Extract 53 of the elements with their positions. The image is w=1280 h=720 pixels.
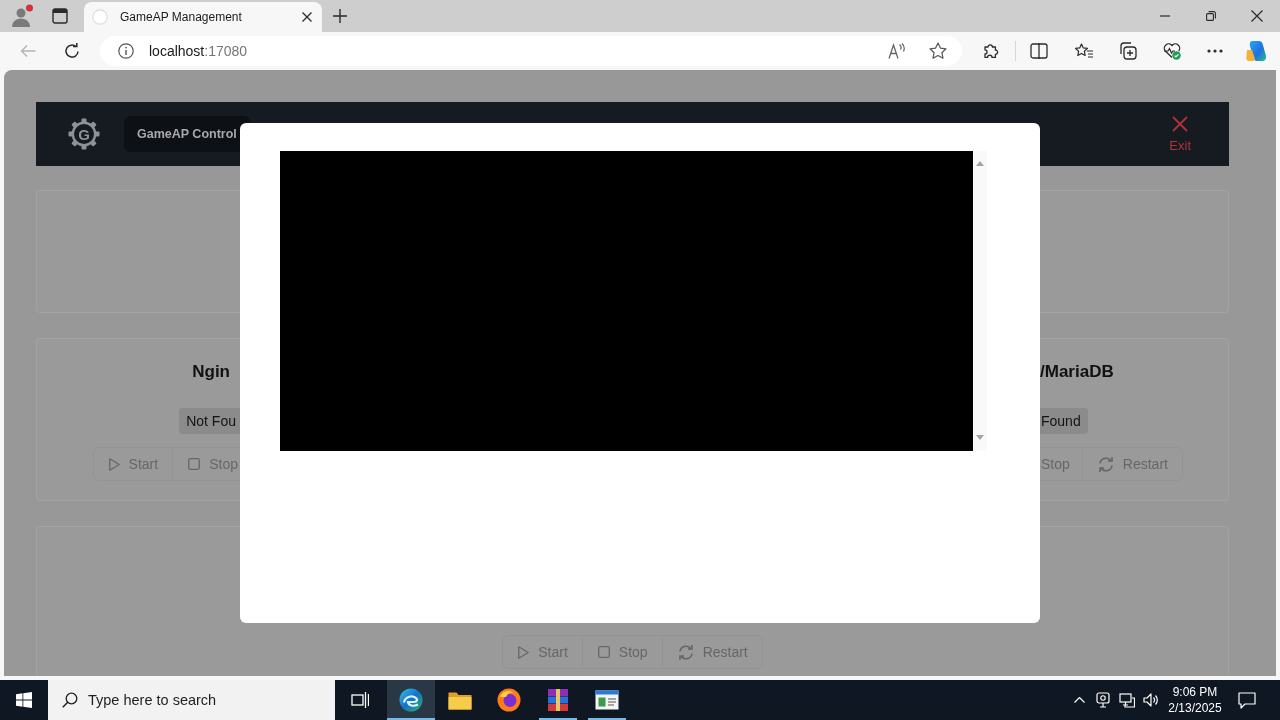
start-menu-icon[interactable] [16,692,32,708]
brand-link[interactable]: GameAP Control [124,116,250,152]
close-icon [1172,116,1189,132]
stop-icon [188,458,201,470]
split-screen-icon[interactable] [1030,43,1048,59]
star-icon[interactable] [929,42,947,60]
taskbar-button[interactable] [387,680,435,720]
favorites-icon[interactable] [1075,43,1093,59]
notification-icon[interactable] [1238,691,1256,709]
speaker-icon[interactable] [1143,693,1159,707]
refresh-icon [677,644,694,660]
status-badge: Found [1040,408,1088,434]
site-icon [92,9,108,25]
play-icon [108,457,120,471]
refresh-icon[interactable] [64,43,80,59]
refresh-icon [1097,456,1114,472]
ribbon-logo-icon[interactable] [1245,40,1267,62]
read-aloud-icon[interactable] [888,43,906,59]
restore-icon[interactable] [1206,11,1216,21]
clock-time[interactable]: 9:06 PM [1172,684,1218,700]
info-icon[interactable] [118,43,134,59]
swirl-icon [399,688,423,712]
url-text: localhost:17080 [149,41,248,61]
person-icon[interactable] [10,4,34,28]
search-icon [62,692,78,708]
clock-date[interactable]: 2/13/2025 [1168,700,1222,716]
play-icon [518,645,530,659]
camera-icon[interactable] [1096,692,1110,708]
folder-icon [448,690,472,710]
network-icon[interactable] [1119,692,1135,708]
close-icon[interactable] [302,12,312,22]
puzzle-icon[interactable] [982,42,1000,60]
stop-icon [597,646,610,658]
collections-icon[interactable] [1119,42,1137,60]
search-field[interactable]: Type here to search [48,680,335,720]
exit-link[interactable]: Exit [1169,116,1191,152]
status-badge: Not Fou [179,408,240,434]
service-name: Ngin [192,361,230,383]
address-bar[interactable]: localhost:17080 [100,36,962,66]
plus-icon[interactable] [333,9,347,23]
service-name: /MariaDB [1040,361,1114,383]
close-icon[interactable] [1251,10,1263,22]
heart-pulse-icon[interactable] [1163,42,1181,60]
book-stack-icon [546,688,570,712]
gear-icon [68,118,100,150]
window-icon [595,690,619,710]
chevron-up-icon[interactable] [1073,697,1085,703]
tabs-panel-icon[interactable] [52,8,68,24]
task-view-icon[interactable] [351,692,369,708]
flame-circle-icon [497,688,521,712]
more-icon[interactable] [1207,49,1223,53]
logo-letter: G [78,126,90,142]
browser-tab[interactable]: GameAP Management [84,2,322,32]
